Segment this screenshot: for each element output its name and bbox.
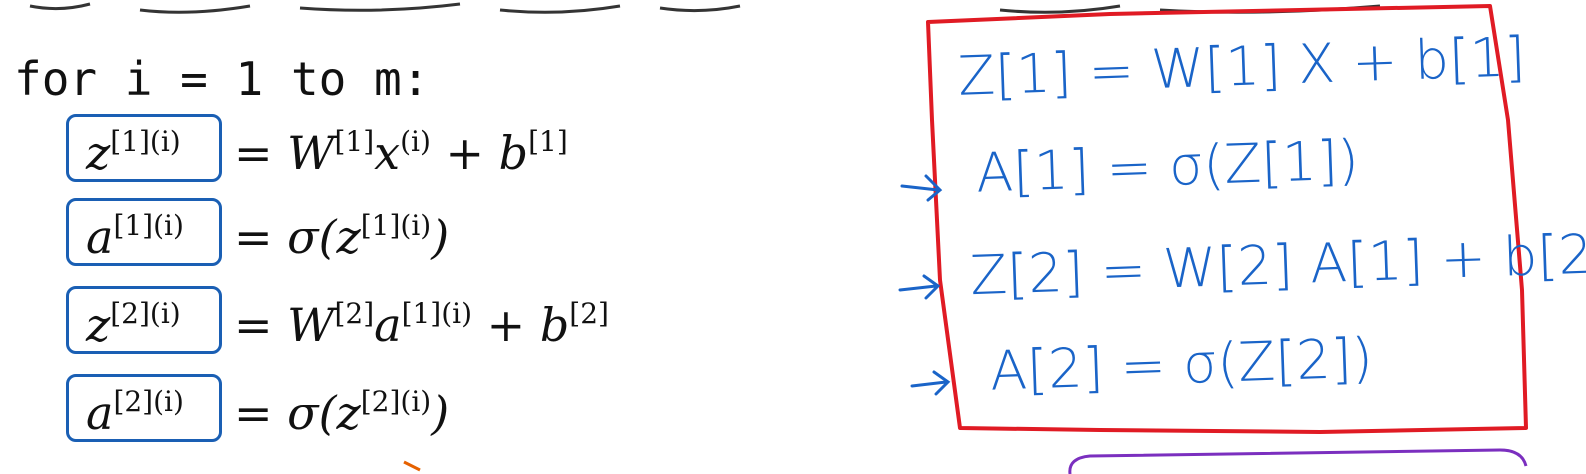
slide: for i = 1 to m: z[1](i) = W[1]x(i) + b[1… bbox=[0, 0, 1586, 474]
purple-brace bbox=[1068, 448, 1528, 474]
orange-tick bbox=[403, 460, 421, 472]
handwritten-line: A[1] = σ(Z[1]) bbox=[974, 128, 1360, 205]
handwritten-line: A[2] = σ(Z[2]) bbox=[988, 326, 1374, 403]
